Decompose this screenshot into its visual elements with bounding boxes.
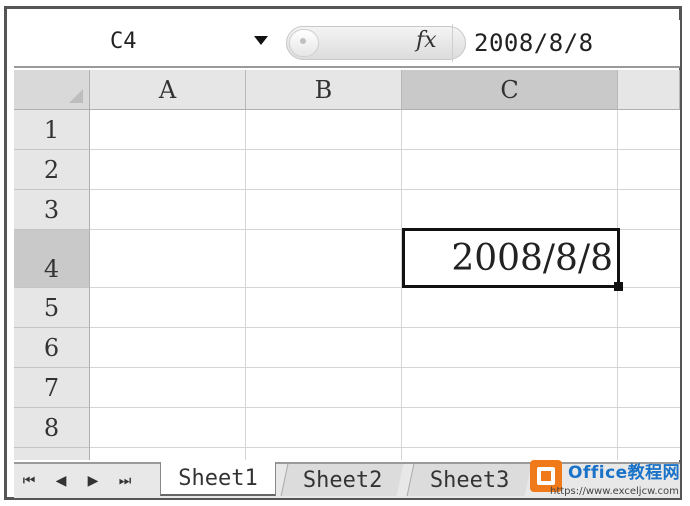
tab-sheet2-label: Sheet2: [302, 467, 383, 493]
row-header-5[interactable]: 5: [14, 288, 90, 328]
name-box-value[interactable]: C4: [110, 29, 137, 54]
name-box[interactable]: C4: [14, 20, 289, 66]
fill-handle[interactable]: [614, 282, 623, 291]
tab-sheet3-label: Sheet3: [429, 467, 510, 493]
row-header-1[interactable]: 1: [14, 110, 90, 150]
last-sheet-icon[interactable]: ⏭: [116, 473, 134, 489]
column-header-d[interactable]: [618, 70, 680, 110]
column-header-b[interactable]: B: [246, 70, 402, 110]
row-header-6[interactable]: 6: [14, 328, 90, 368]
row-header-4[interactable]: 4: [14, 230, 90, 288]
splitter-handle[interactable]: [289, 29, 319, 57]
row-header-9[interactable]: [14, 448, 90, 460]
gridline: [90, 327, 680, 328]
column-header-a[interactable]: A: [90, 70, 246, 110]
tab-sheet2[interactable]: Sheet2: [280, 464, 404, 496]
row-header-3[interactable]: 3: [14, 190, 90, 230]
formula-bar-splitter[interactable]: [286, 26, 466, 60]
formula-separator: [452, 24, 453, 62]
column-header-c[interactable]: C: [402, 70, 618, 110]
cell-c4[interactable]: 2008/8/8: [402, 228, 620, 288]
gridline: [90, 367, 680, 368]
splitter-dot-icon: [300, 38, 306, 44]
select-all-icon: [69, 89, 83, 103]
formula-input[interactable]: 2008/8/8: [474, 29, 594, 57]
select-all-button[interactable]: [14, 70, 90, 110]
next-sheet-icon[interactable]: ▶: [84, 473, 102, 489]
row-header-8[interactable]: 8: [14, 408, 90, 448]
watermark: Office教程网 https://www.exceljcw.com: [528, 456, 690, 504]
name-box-dropdown-icon[interactable]: [254, 36, 268, 45]
insert-function-icon[interactable]: fx: [416, 28, 437, 53]
gridline: [90, 149, 680, 150]
excel-window: C4 fx 2008/8/8 A B C 1 2 3 4 5 6 7 8 200…: [0, 0, 690, 506]
worksheet-grid: A B C 1 2 3 4 5 6 7 8 2008/8/8: [14, 70, 680, 460]
row-header-7[interactable]: 7: [14, 368, 90, 408]
row-header-2[interactable]: 2: [14, 150, 90, 190]
watermark-url: https://www.exceljcw.com: [550, 486, 679, 497]
previous-sheet-icon[interactable]: ◀: [52, 473, 70, 489]
gridline: [245, 110, 246, 460]
tab-sheet1[interactable]: Sheet1: [160, 462, 276, 496]
watermark-title: Office教程网: [568, 463, 681, 483]
formula-bar: C4 fx 2008/8/8: [14, 20, 680, 68]
gridline: [90, 189, 680, 190]
gridline: [90, 447, 680, 448]
tab-navigation: ⏮ ◀ ▶ ⏭: [20, 468, 134, 494]
first-sheet-icon[interactable]: ⏮: [20, 473, 38, 489]
tab-sheet3[interactable]: Sheet3: [406, 464, 532, 496]
gridline: [90, 407, 680, 408]
